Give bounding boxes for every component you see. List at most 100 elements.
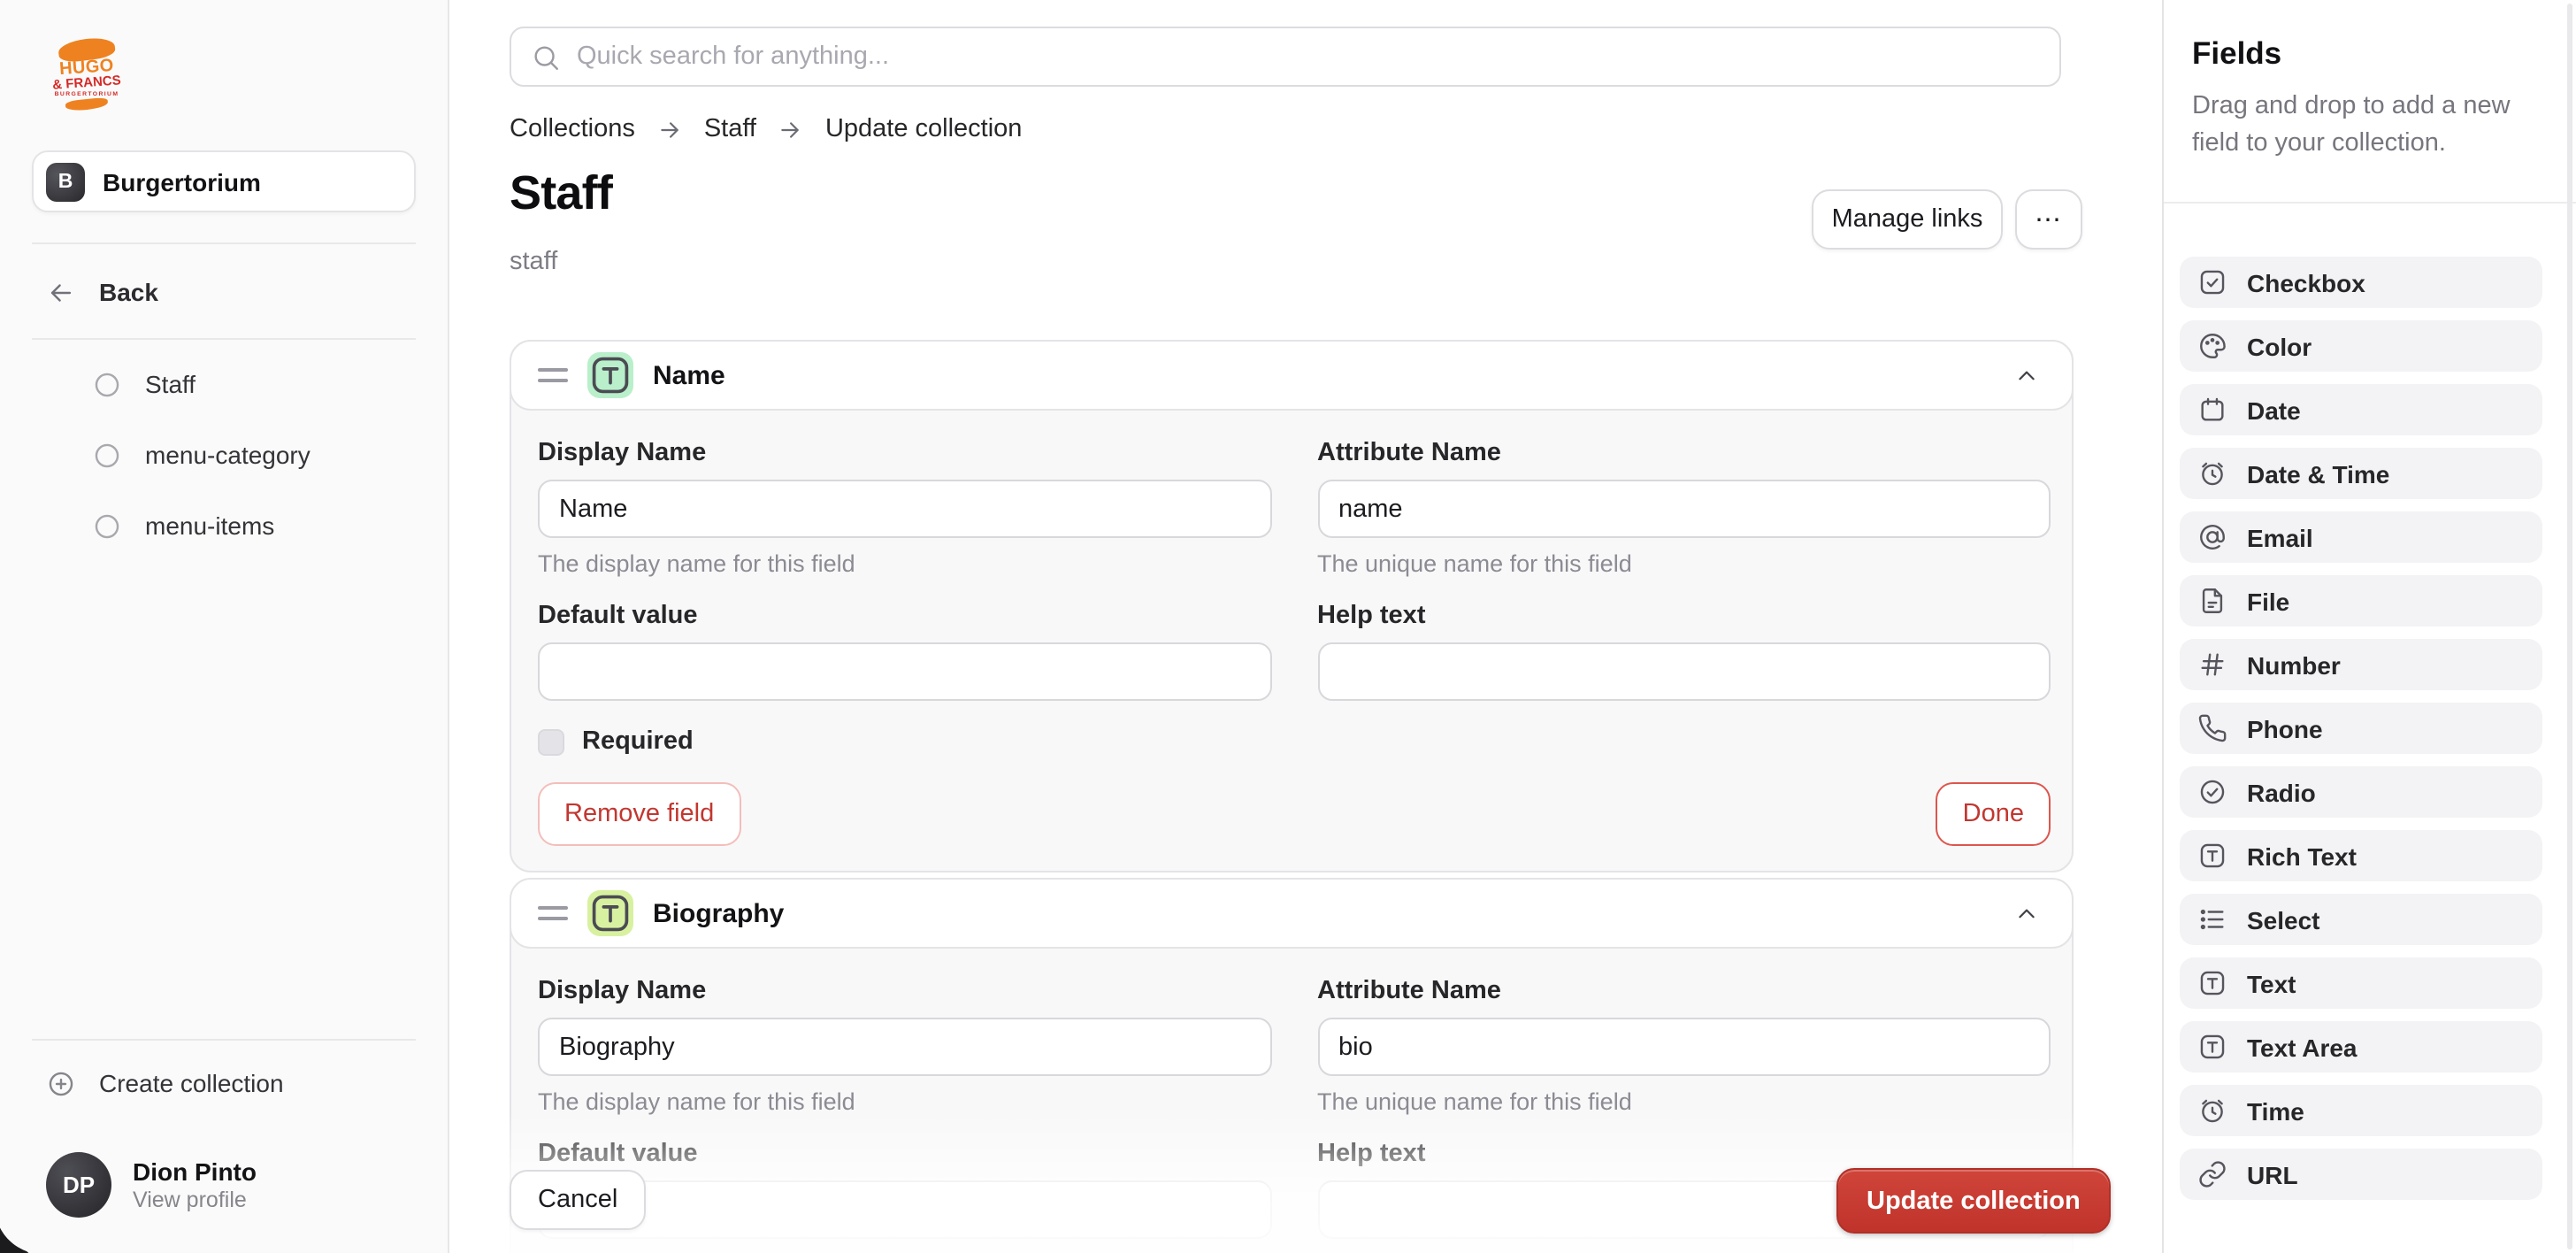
help-text-label: Help text <box>1317 602 2051 630</box>
field-panel-name: Name Display Name Name The display name … <box>510 340 2074 872</box>
attribute-name-help: The unique name for this field <box>1317 1088 2051 1115</box>
search-placeholder: Quick search for anything... <box>577 42 889 71</box>
brand-logo: HUGO & FRANCS BURGERTORIUM <box>46 39 127 120</box>
required-checkbox[interactable] <box>538 728 564 755</box>
workspace-avatar: B <box>46 162 85 201</box>
help-text-input[interactable] <box>1317 642 2051 701</box>
avatar: DP <box>46 1152 111 1218</box>
text-field-icon <box>587 890 633 936</box>
display-name-label: Display Name <box>538 977 1271 1005</box>
color-icon <box>2197 331 2227 361</box>
search-icon <box>531 42 561 72</box>
chevron-up-icon[interactable] <box>2008 895 2045 932</box>
field-type-item[interactable]: Email <box>2180 511 2542 563</box>
back-label: Back <box>99 278 158 306</box>
more-options-button[interactable]: ⋯ <box>2015 189 2082 250</box>
default-value-input[interactable] <box>538 642 1271 701</box>
display-name-help: The display name for this field <box>538 1088 1271 1115</box>
field-type-item[interactable]: Checkbox <box>2180 257 2542 308</box>
field-type-list: Checkbox Color Date Date & Time Email Fi… <box>2180 257 2542 1200</box>
field-type-item[interactable]: Select <box>2180 894 2542 945</box>
field-type-item[interactable]: Radio <box>2180 766 2542 818</box>
textarea-icon <box>2197 1032 2227 1062</box>
mouse-cursor <box>0 1214 41 1253</box>
arrow-left-icon <box>46 277 76 307</box>
attribute-name-help: The unique name for this field <box>1317 550 2051 577</box>
collection-item[interactable]: menu-category <box>92 430 464 480</box>
profile-name: Dion Pinto <box>133 1157 257 1187</box>
richtext-icon <box>2197 841 2227 871</box>
collection-item[interactable]: menu-items <box>92 501 464 550</box>
field-type-item[interactable]: Time <box>2180 1085 2542 1136</box>
divider <box>2164 202 2576 204</box>
workspace-switcher[interactable]: B Burgertorium <box>32 150 416 212</box>
field-title: Name <box>653 360 1989 390</box>
workspace-name: Burgertorium <box>103 167 261 196</box>
circle-icon <box>92 511 122 541</box>
field-type-item[interactable]: Color <box>2180 320 2542 372</box>
create-collection-button[interactable]: Create collection <box>46 1058 418 1108</box>
breadcrumb-item[interactable]: Collections <box>510 115 681 143</box>
cancel-button[interactable]: Cancel <box>510 1170 646 1230</box>
arrow-right-icon <box>779 118 802 141</box>
attribute-name-input[interactable]: bio <box>1317 1018 2051 1076</box>
field-type-item[interactable]: Rich Text <box>2180 830 2542 881</box>
manage-links-button[interactable]: Manage links <box>1812 189 2003 250</box>
display-name-input[interactable]: Name <box>538 480 1271 538</box>
date-icon <box>2197 395 2227 425</box>
field-type-item[interactable]: Text Area <box>2180 1021 2542 1072</box>
default-value-label: Default value <box>538 1140 1271 1168</box>
field-panel-body: Display Name Name The display name for t… <box>511 411 2072 871</box>
user-profile[interactable]: DP Dion Pinto View profile <box>46 1152 426 1218</box>
circle-icon <box>92 440 122 470</box>
collection-list: Staff menu-category menu-items <box>0 359 449 572</box>
page-subtitle: staff <box>510 248 557 276</box>
field-type-item[interactable]: Phone <box>2180 703 2542 754</box>
search-input[interactable]: Quick search for anything... <box>510 27 2061 87</box>
update-collection-button[interactable]: Update collection <box>1836 1168 2111 1234</box>
drag-handle-icon[interactable] <box>538 367 568 383</box>
field-panel-header[interactable]: Biography <box>510 878 2074 949</box>
collection-item[interactable]: Staff <box>92 359 464 409</box>
number-icon <box>2197 650 2227 680</box>
fields-panel-title: Fields <box>2192 35 2281 73</box>
view-profile-link[interactable]: View profile <box>133 1187 257 1213</box>
email-icon <box>2197 522 2227 552</box>
left-sidebar: HUGO & FRANCS BURGERTORIUM B Burgertoriu… <box>0 0 449 1253</box>
circle-icon <box>92 369 122 399</box>
chevron-up-icon[interactable] <box>2008 357 2045 394</box>
field-panel-header[interactable]: Name <box>510 340 2074 411</box>
field-type-item[interactable]: Text <box>2180 957 2542 1009</box>
arrow-right-icon <box>658 118 681 141</box>
create-collection-label: Create collection <box>99 1069 284 1097</box>
burger-bun-bottom-icon <box>65 97 109 112</box>
attribute-name-label: Attribute Name <box>1317 439 2051 467</box>
remove-field-button[interactable]: Remove field <box>538 782 740 846</box>
default-value-input[interactable] <box>538 1180 1271 1239</box>
breadcrumb-item[interactable]: Staff <box>704 115 802 143</box>
divider <box>32 338 416 340</box>
fields-panel-description: Drag and drop to add a new field to your… <box>2192 88 2546 163</box>
plus-circle-icon <box>46 1068 76 1098</box>
main-content: Quick search for anything... Collections… <box>449 0 2162 1253</box>
field-type-item[interactable]: Number <box>2180 639 2542 690</box>
text-icon <box>2197 968 2227 998</box>
display-name-input[interactable]: Biography <box>538 1018 1271 1076</box>
field-type-item[interactable]: Date <box>2180 384 2542 435</box>
attribute-name-input[interactable]: name <box>1317 480 2051 538</box>
attribute-name-label: Attribute Name <box>1317 977 2051 1005</box>
breadcrumb-item[interactable]: Update collection <box>825 115 1023 143</box>
radio-icon <box>2197 777 2227 807</box>
field-type-item[interactable]: Date & Time <box>2180 448 2542 499</box>
field-type-item[interactable]: File <box>2180 575 2542 626</box>
drag-handle-icon[interactable] <box>538 905 568 921</box>
field-title: Biography <box>653 898 1989 928</box>
page-scrollbar[interactable] <box>2567 4 2572 1249</box>
divider <box>32 242 416 244</box>
datetime-icon <box>2197 458 2227 488</box>
field-type-item[interactable]: URL <box>2180 1149 2542 1200</box>
back-button[interactable]: Back <box>46 267 418 317</box>
done-button[interactable]: Done <box>1936 782 2051 846</box>
select-icon <box>2197 904 2227 934</box>
text-field-icon <box>587 352 633 398</box>
